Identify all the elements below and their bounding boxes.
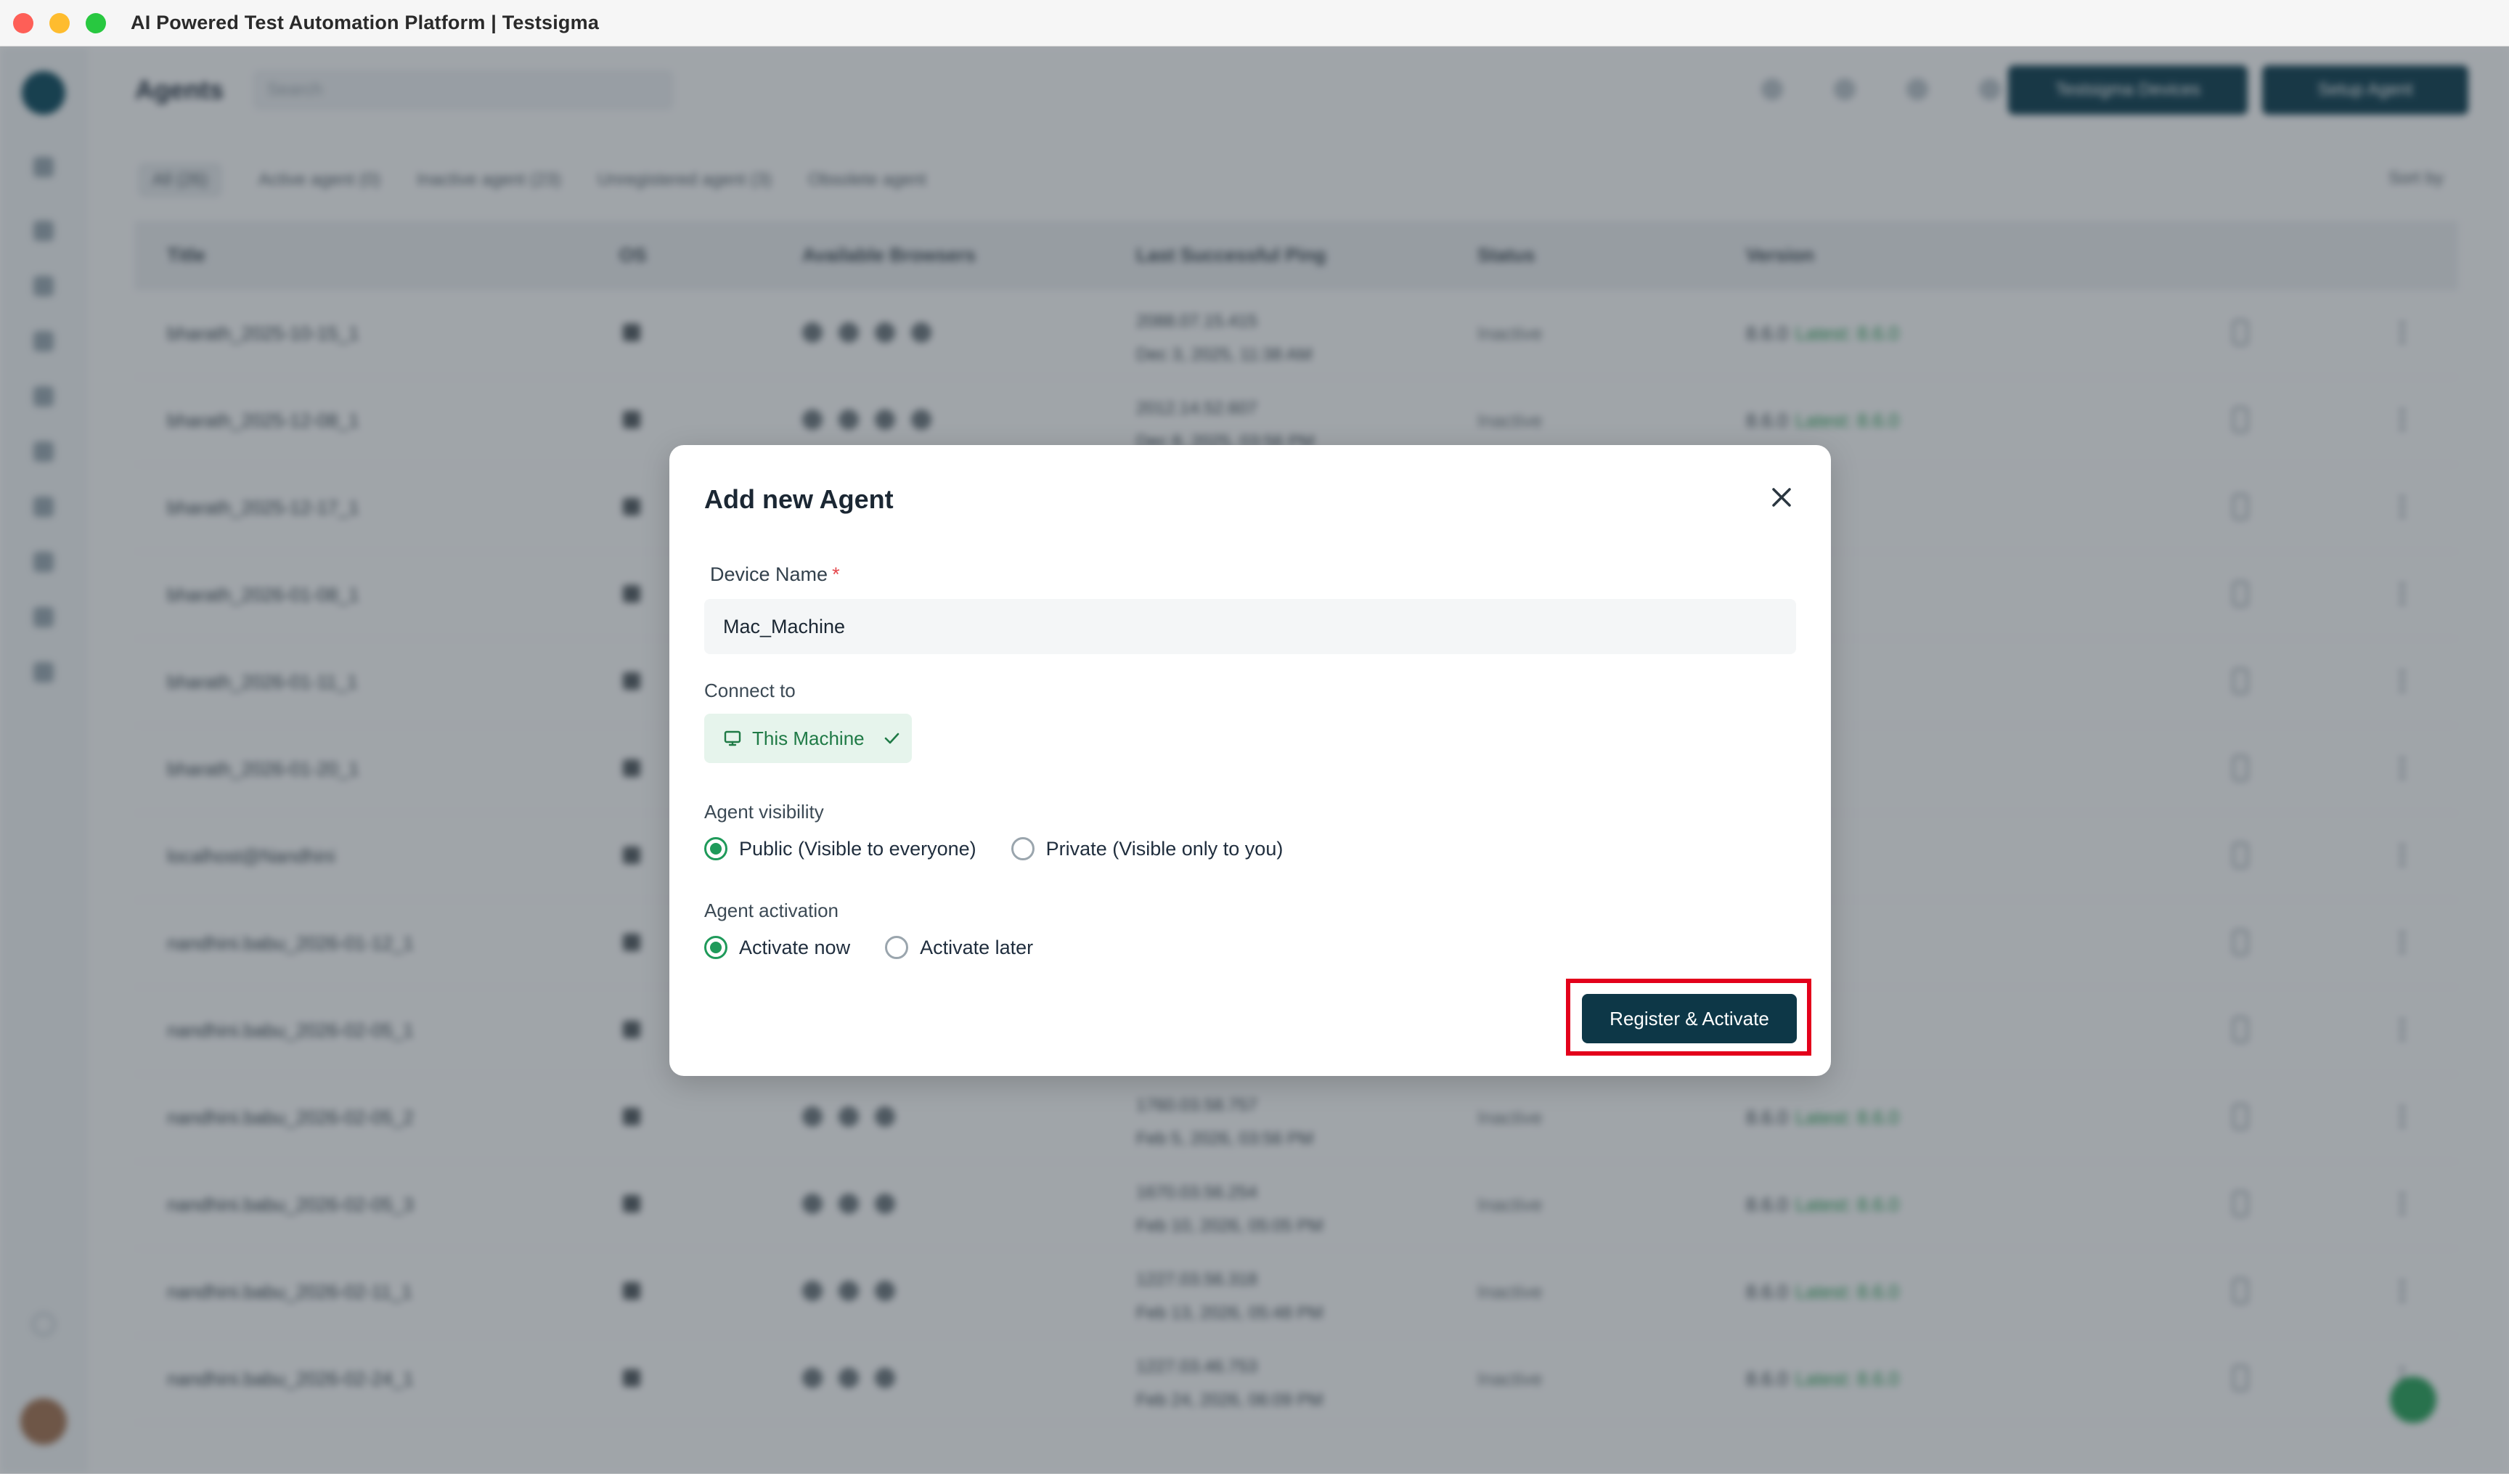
public-radio-label: Public (Visible to everyone) <box>739 837 976 860</box>
highlight-box <box>1566 979 1811 1056</box>
window-bottom-edge <box>0 1474 2509 1484</box>
radio-empty-icon <box>885 936 909 959</box>
maximize-window-button[interactable] <box>86 12 106 33</box>
close-window-button[interactable] <box>13 12 33 33</box>
agent-visibility-label: Agent visibility <box>704 801 824 823</box>
dialog-title: Add new Agent <box>704 484 894 514</box>
device-name-label-text: Device Name <box>710 563 828 585</box>
activate-now-radio[interactable]: Activate now <box>704 936 850 959</box>
this-machine-label: This Machine <box>752 727 865 749</box>
private-radio-label: Private (Visible only to you) <box>1045 837 1284 860</box>
minimize-window-button[interactable] <box>49 12 70 33</box>
device-name-input[interactable] <box>704 599 1796 654</box>
agent-activation-label: Agent activation <box>704 900 839 921</box>
monitor-icon <box>724 730 741 746</box>
activate-later-label: Activate later <box>920 936 1034 958</box>
activate-later-radio[interactable]: Activate later <box>885 936 1033 959</box>
radio-selected-icon <box>704 837 727 860</box>
activate-now-label: Activate now <box>739 936 851 958</box>
required-mark: * <box>832 563 840 585</box>
visibility-radio-group: Public (Visible to everyone) Private (Vi… <box>704 837 1318 860</box>
radio-empty-icon <box>1011 837 1035 860</box>
close-icon[interactable] <box>1767 483 1796 512</box>
public-radio[interactable]: Public (Visible to everyone) <box>704 837 976 860</box>
window-title: AI Powered Test Automation Platform | Te… <box>131 12 600 33</box>
this-machine-option[interactable]: This Machine <box>704 714 912 763</box>
connect-to-label: Connect to <box>704 680 796 701</box>
check-icon <box>884 733 899 744</box>
radio-selected-icon <box>704 936 727 959</box>
window-controls <box>13 12 106 33</box>
window-titlebar: AI Powered Test Automation Platform | Te… <box>0 0 2509 46</box>
activation-radio-group: Activate now Activate later <box>704 936 1068 959</box>
private-radio[interactable]: Private (Visible only to you) <box>1011 837 1284 860</box>
device-name-label: Device Name * <box>710 563 840 586</box>
